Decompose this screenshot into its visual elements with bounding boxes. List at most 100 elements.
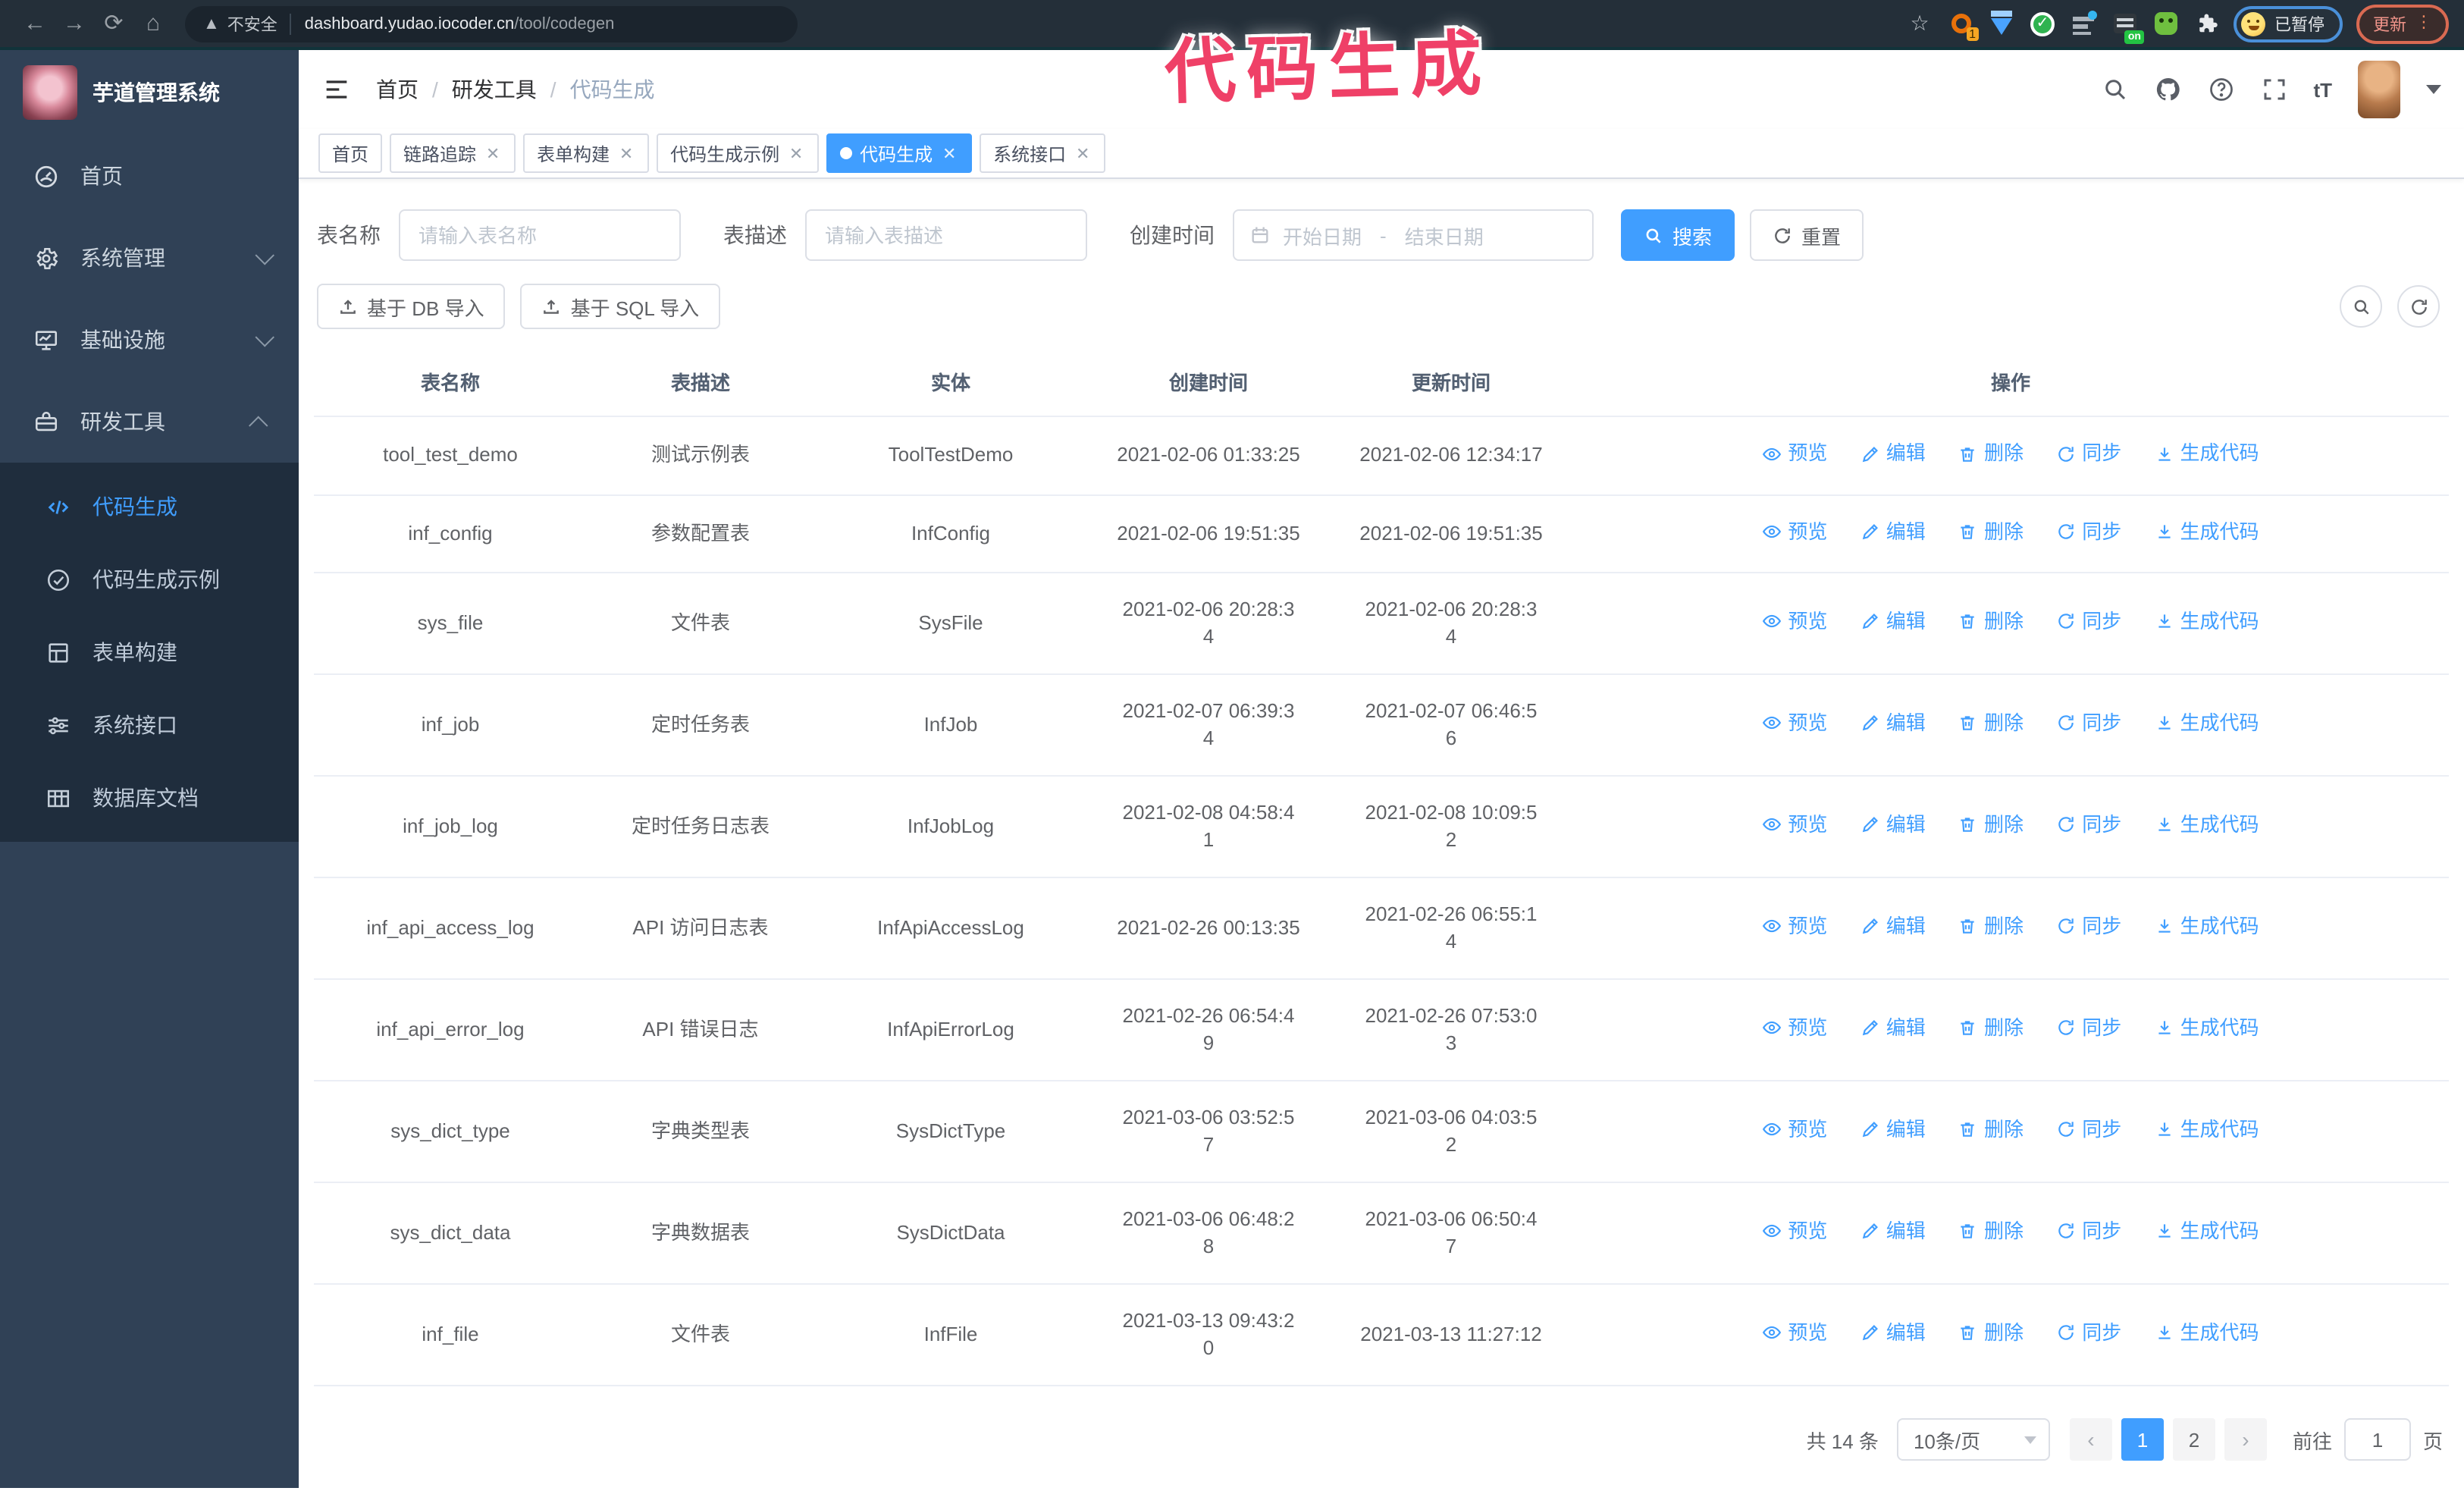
preview-link[interactable]: 预览	[1762, 608, 1827, 636]
page-size-select[interactable]: 10条/页	[1896, 1418, 2050, 1461]
preview-link[interactable]: 预览	[1762, 440, 1827, 467]
fullscreen-icon[interactable]	[2260, 76, 2287, 103]
page-number-button[interactable]: 1	[2121, 1418, 2164, 1461]
close-icon[interactable]: ✕	[1074, 143, 1092, 163]
forward-icon[interactable]: →	[55, 0, 94, 47]
preview-link[interactable]: 预览	[1762, 710, 1827, 737]
bookmark-star-icon[interactable]: ☆	[1906, 10, 1933, 37]
sidebar-item-db-doc[interactable]: 数据库文档	[0, 761, 299, 834]
profile-paused-pill[interactable]: 已暂停	[2234, 5, 2343, 42]
sidebar-toggle-icon[interactable]	[321, 74, 352, 105]
generate-code-link[interactable]: 生成代码	[2155, 1218, 2259, 1245]
delete-link[interactable]: 删除	[1958, 1116, 2024, 1144]
github-icon[interactable]	[2154, 76, 2181, 103]
extension-settings-icon[interactable]	[2070, 10, 2097, 37]
delete-link[interactable]: 删除	[1958, 811, 2024, 839]
search-button[interactable]: 搜索	[1621, 209, 1735, 261]
sidebar-item-system[interactable]: 系统管理	[0, 217, 299, 299]
breadcrumb-devtools[interactable]: 研发工具	[452, 74, 537, 105]
generate-code-link[interactable]: 生成代码	[2155, 811, 2259, 839]
delete-link[interactable]: 删除	[1958, 710, 2024, 737]
edit-link[interactable]: 编辑	[1861, 608, 1926, 636]
extension-orange-icon[interactable]: 1	[1947, 10, 1979, 40]
sync-link[interactable]: 同步	[2056, 1218, 2121, 1245]
edit-link[interactable]: 编辑	[1861, 1116, 1926, 1144]
delete-link[interactable]: 删除	[1958, 1015, 2024, 1042]
font-size-icon[interactable]: tT	[2313, 78, 2332, 101]
close-icon[interactable]: ✕	[617, 143, 635, 163]
table-desc-input[interactable]	[805, 209, 1087, 261]
close-icon[interactable]: ✕	[484, 143, 502, 163]
preview-link[interactable]: 预览	[1762, 1116, 1827, 1144]
sidebar-item-codegen[interactable]: 代码生成	[0, 470, 299, 543]
prev-page-button[interactable]: ‹	[2069, 1418, 2112, 1461]
delete-link[interactable]: 删除	[1958, 1218, 2024, 1245]
extension-monkey-icon[interactable]	[2152, 10, 2179, 37]
extensions-puzzle-icon[interactable]	[2193, 10, 2220, 37]
delete-link[interactable]: 删除	[1958, 440, 2024, 467]
app-logo-row[interactable]: 芋道管理系统	[0, 50, 299, 135]
edit-link[interactable]: 编辑	[1861, 913, 1926, 940]
edit-link[interactable]: 编辑	[1861, 1218, 1926, 1245]
tag-tab[interactable]: 系统接口 ✕	[980, 133, 1106, 173]
import-sql-button[interactable]: 基于 SQL 导入	[520, 284, 721, 329]
close-icon[interactable]: ✕	[787, 143, 805, 163]
generate-code-link[interactable]: 生成代码	[2155, 518, 2259, 545]
generate-code-link[interactable]: 生成代码	[2155, 1015, 2259, 1042]
goto-page-input[interactable]	[2343, 1418, 2411, 1461]
reset-button[interactable]: 重置	[1750, 209, 1864, 261]
generate-code-link[interactable]: 生成代码	[2155, 710, 2259, 737]
browser-menu-icon[interactable]: ⋮	[2415, 14, 2432, 31]
sidebar-item-system-api[interactable]: 系统接口	[0, 689, 299, 761]
sync-link[interactable]: 同步	[2056, 811, 2121, 839]
sync-link[interactable]: 同步	[2056, 1320, 2121, 1347]
table-name-input[interactable]	[399, 209, 681, 261]
edit-link[interactable]: 编辑	[1861, 1015, 1926, 1042]
edit-link[interactable]: 编辑	[1861, 811, 1926, 839]
address-bar[interactable]: ▲ 不安全 dashboard.yudao.iocoder.cn/tool/co…	[185, 5, 798, 42]
close-icon[interactable]: ✕	[940, 143, 958, 163]
extension-dark-icon[interactable]: on	[2111, 10, 2144, 43]
tag-tab[interactable]: 代码生成 ✕	[826, 133, 973, 173]
page-number-button[interactable]: 2	[2172, 1418, 2215, 1461]
sidebar-item-infrastructure[interactable]: 基础设施	[0, 299, 299, 381]
delete-link[interactable]: 删除	[1958, 913, 2024, 940]
browser-update-button[interactable]: 更新 ⋮	[2356, 4, 2449, 43]
date-range-picker[interactable]: 开始日期 - 结束日期	[1233, 209, 1594, 261]
delete-link[interactable]: 删除	[1958, 1320, 2024, 1347]
import-db-button[interactable]: 基于 DB 导入	[317, 284, 506, 329]
sync-link[interactable]: 同步	[2056, 1116, 2121, 1144]
extension-check-icon[interactable]: ✓	[2029, 10, 2056, 37]
reload-icon[interactable]: ⟳	[94, 0, 133, 47]
home-icon[interactable]: ⌂	[133, 0, 173, 47]
edit-link[interactable]: 编辑	[1861, 518, 1926, 545]
tag-tab[interactable]: 链路追踪 ✕	[390, 133, 516, 173]
sidebar-item-codegen-example[interactable]: 代码生成示例	[0, 543, 299, 616]
next-page-button[interactable]: ›	[2224, 1418, 2267, 1461]
sidebar-item-home[interactable]: 首页	[0, 135, 299, 217]
tag-tab[interactable]: 代码生成示例 ✕	[657, 133, 820, 173]
user-avatar[interactable]	[2358, 61, 2400, 118]
preview-link[interactable]: 预览	[1762, 518, 1827, 545]
generate-code-link[interactable]: 生成代码	[2155, 913, 2259, 940]
help-icon[interactable]	[2207, 76, 2234, 103]
refresh-table-button[interactable]	[2397, 285, 2440, 328]
toggle-search-button[interactable]	[2340, 285, 2382, 328]
back-icon[interactable]: ←	[15, 0, 55, 47]
preview-link[interactable]: 预览	[1762, 811, 1827, 839]
generate-code-link[interactable]: 生成代码	[2155, 1320, 2259, 1347]
edit-link[interactable]: 编辑	[1861, 1320, 1926, 1347]
tag-tab[interactable]: 首页	[318, 133, 383, 173]
delete-link[interactable]: 删除	[1958, 518, 2024, 545]
preview-link[interactable]: 预览	[1762, 1218, 1827, 1245]
sync-link[interactable]: 同步	[2056, 518, 2121, 545]
sidebar-item-devtools[interactable]: 研发工具	[0, 381, 299, 463]
delete-link[interactable]: 删除	[1958, 608, 2024, 636]
preview-link[interactable]: 预览	[1762, 913, 1827, 940]
breadcrumb-home[interactable]: 首页	[376, 74, 419, 105]
sync-link[interactable]: 同步	[2056, 913, 2121, 940]
avatar-caret-icon[interactable]	[2426, 85, 2441, 94]
generate-code-link[interactable]: 生成代码	[2155, 440, 2259, 467]
sync-link[interactable]: 同步	[2056, 1015, 2121, 1042]
edit-link[interactable]: 编辑	[1861, 440, 1926, 467]
